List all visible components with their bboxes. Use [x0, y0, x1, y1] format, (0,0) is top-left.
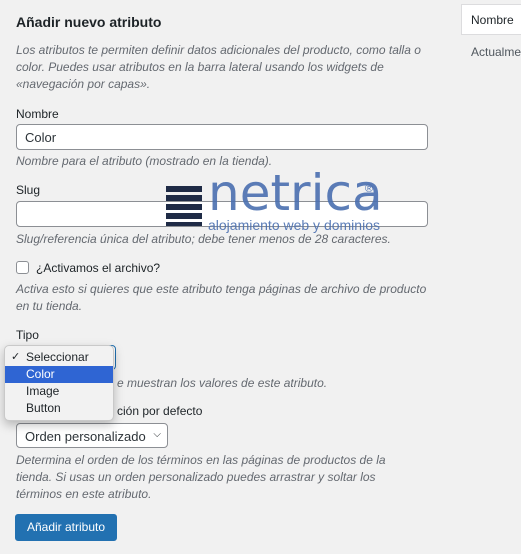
- type-option-label: Seleccionar: [26, 350, 89, 364]
- type-option-button[interactable]: Button: [5, 400, 113, 417]
- watermark-word: netrica: [208, 164, 383, 222]
- watermark-tagline: alojamiento web y dominios: [208, 217, 380, 233]
- order-help: Determina el orden de los términos en la…: [16, 453, 386, 501]
- netrica-watermark: netrica ® alojamiento web y dominios: [166, 168, 406, 236]
- slug-label: Slug: [16, 183, 41, 197]
- column-header-label: Nombre: [471, 13, 514, 27]
- form-title: Añadir nuevo atributo: [16, 14, 162, 30]
- archive-checkbox[interactable]: [16, 261, 29, 274]
- order-select-value: Orden personalizado: [25, 429, 146, 444]
- type-option-label: Image: [26, 384, 60, 398]
- checkmark-icon: ✓: [11, 351, 21, 363]
- column-cell-text: Actualme: [471, 45, 521, 59]
- name-label: Nombre: [16, 107, 59, 121]
- form-intro: Los atributos te permiten definir datos …: [16, 43, 421, 91]
- type-option-image[interactable]: Image: [5, 383, 113, 400]
- column-header-nombre[interactable]: Nombre: [461, 4, 521, 35]
- archive-label: ¿Activamos el archivo?: [36, 261, 161, 275]
- archive-help: Activa esto si quieres que este atributo…: [16, 282, 427, 313]
- add-attribute-button[interactable]: Añadir atributo: [15, 514, 117, 541]
- chevron-down-icon: ⌵: [153, 429, 161, 440]
- netrica-logo-icon: [166, 186, 202, 226]
- type-option-color[interactable]: Color: [5, 366, 113, 383]
- registered-mark: ®: [365, 183, 374, 195]
- order-select[interactable]: Orden personalizado ⌵: [16, 423, 168, 448]
- type-label: Tipo: [16, 328, 39, 342]
- type-dropdown-menu: ✓ Seleccionar Color Image Button: [4, 345, 114, 421]
- type-option-label: Button: [26, 401, 61, 415]
- type-help: e muestran los valores de este atributo.: [117, 376, 328, 390]
- type-option-label: Color: [26, 367, 55, 381]
- order-label: ción por defecto: [117, 404, 203, 418]
- type-option-seleccionar[interactable]: ✓ Seleccionar: [5, 349, 113, 366]
- name-input[interactable]: [16, 124, 428, 150]
